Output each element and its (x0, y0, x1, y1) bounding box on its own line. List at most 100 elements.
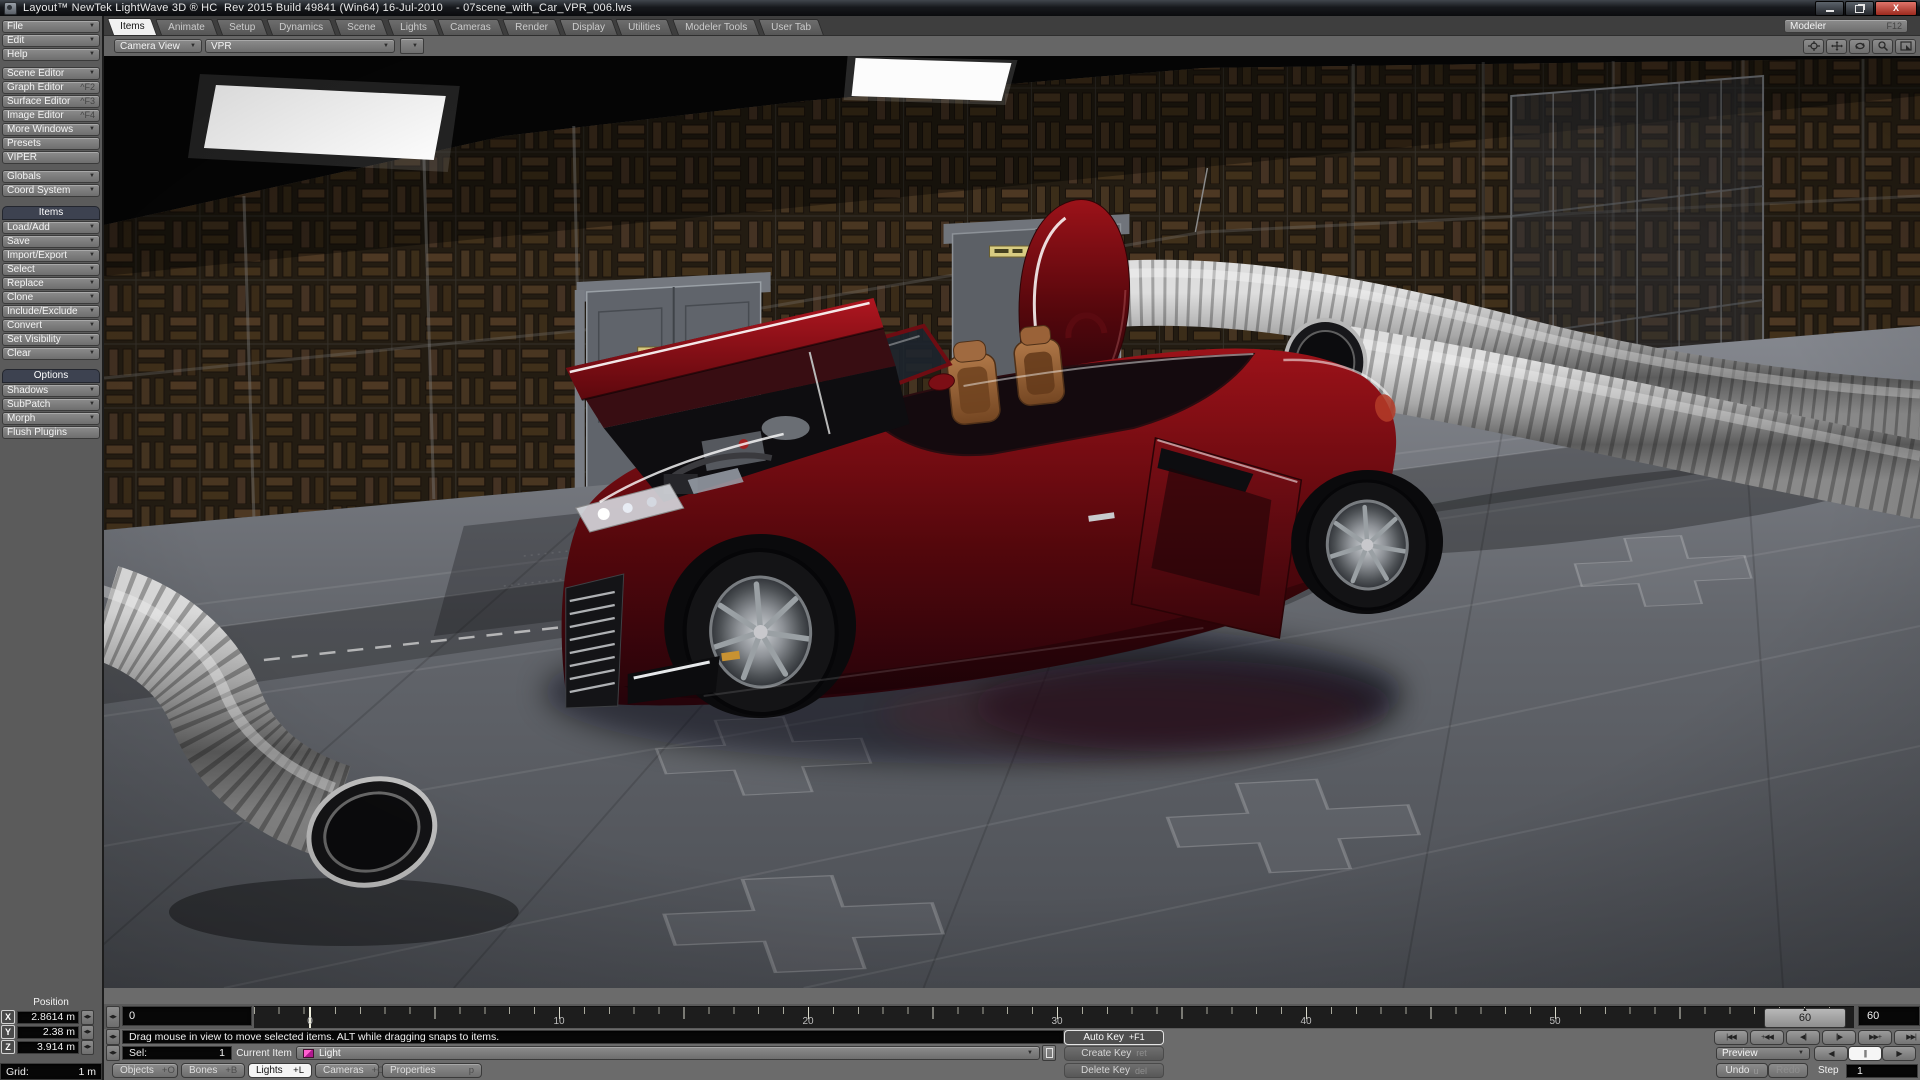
last-frame-field[interactable]: 60 (1858, 1006, 1920, 1026)
item-list-button[interactable] (1042, 1045, 1056, 1061)
x-axis-chip[interactable]: X (1, 1010, 15, 1024)
go-to-end-button[interactable]: ▶▶| (1894, 1030, 1920, 1045)
go-to-start-button[interactable]: |◀◀ (1714, 1030, 1748, 1045)
coord-system-button[interactable]: Coord System▼ (2, 184, 100, 197)
selection-count-field[interactable]: Sel: 1 (122, 1046, 232, 1060)
create-key-button[interactable]: Create Key ret (1064, 1046, 1164, 1061)
tab-setup[interactable]: Setup (216, 19, 268, 35)
load-add-button[interactable]: Load/Add▼ (2, 221, 100, 234)
properties-button[interactable]: Properties p (382, 1063, 482, 1078)
play-reverse-button[interactable]: ◀|| (1786, 1030, 1820, 1045)
z-axis-chip[interactable]: Z (1, 1040, 15, 1054)
dropdown-arrow-icon: ▼ (412, 43, 418, 49)
menu-help[interactable]: Help▼ (2, 48, 100, 61)
clone-button[interactable]: Clone▼ (2, 291, 100, 304)
viewport-toolbar: Camera View ▼ VPR ▼ ▼ (104, 36, 1920, 56)
flush-plugins-button[interactable]: Flush Plugins (2, 426, 100, 439)
end-frame-slider[interactable]: ▲ 60 (1764, 1008, 1846, 1028)
presets-button[interactable]: Presets (2, 137, 100, 150)
delete-key-button[interactable]: Delete Key del (1064, 1063, 1164, 1078)
prev-key-button[interactable]: +◀◀ (1750, 1030, 1784, 1045)
tab-dynamics[interactable]: Dynamics (266, 19, 336, 35)
dropdown-arrow-icon: ▼ (1027, 1050, 1033, 1056)
modeler-button[interactable]: Modeler F12 (1784, 19, 1908, 33)
surface-editor-button[interactable]: Surface Editor^F3 (2, 95, 100, 108)
tab-items[interactable]: Items (107, 18, 158, 35)
image-editor-button[interactable]: Image Editor^F4 (2, 109, 100, 122)
viewport-options-dropdown[interactable]: ▼ (400, 38, 424, 54)
import-export-button[interactable]: Import/Export▼ (2, 249, 100, 262)
z-position-field[interactable]: 3.914 m (17, 1041, 79, 1054)
preview-dropdown[interactable]: Preview ▼ (1716, 1047, 1810, 1060)
pause-button[interactable]: || (1848, 1046, 1882, 1061)
zoom-view-icon[interactable] (1872, 39, 1893, 54)
mode-bones-button[interactable]: Bones +B (181, 1063, 245, 1078)
play-forward-button[interactable]: ||▶ (1822, 1030, 1856, 1045)
dropdown-arrow-icon: ▼ (89, 399, 95, 410)
rotate-view-icon[interactable] (1849, 39, 1870, 54)
maximize-viewport-icon[interactable] (1895, 39, 1916, 54)
x-spinner[interactable]: ◀▶ (81, 1010, 94, 1025)
sel-spinner[interactable]: ◀▶ (106, 1045, 120, 1061)
select-button[interactable]: Select▼ (2, 263, 100, 276)
subpatch-button[interactable]: SubPatch▼ (2, 398, 100, 411)
y-axis-chip[interactable]: Y (1, 1025, 15, 1039)
clear-button[interactable]: Clear▼ (2, 347, 100, 360)
render-mode-dropdown[interactable]: VPR ▼ (205, 39, 395, 53)
scene-editor-button[interactable]: Scene Editor▼ (2, 67, 100, 80)
tab-cameras[interactable]: Cameras (437, 19, 503, 35)
center-item-icon[interactable] (1803, 39, 1824, 54)
y-spinner[interactable]: ◀▶ (81, 1025, 94, 1040)
x-position-field[interactable]: 2.8614 m (17, 1011, 79, 1024)
frame-spinner[interactable]: ◀▶ (106, 1006, 120, 1028)
shadows-button[interactable]: Shadows▼ (2, 384, 100, 397)
step-back-button[interactable]: ◀ (1814, 1046, 1848, 1061)
globals-button[interactable]: Globals▼ (2, 170, 100, 183)
minimize-button[interactable] (1815, 1, 1844, 16)
restore-button[interactable] (1845, 1, 1874, 16)
mode-cameras-button[interactable]: Cameras +C (315, 1063, 379, 1078)
dropdown-arrow-icon: ▼ (190, 43, 196, 49)
close-button[interactable]: X (1875, 1, 1917, 16)
convert-button[interactable]: Convert▼ (2, 319, 100, 332)
items-section-header: Items (2, 206, 100, 220)
include-exclude-button[interactable]: Include/Exclude▼ (2, 305, 100, 318)
more-windows-button[interactable]: More Windows▼ (2, 123, 100, 136)
timeline-ruler[interactable]: 0 10 20 30 40 50 ▲ 60 (254, 1006, 1854, 1028)
step-field[interactable]: 1 (1846, 1064, 1918, 1078)
current-item-dropdown[interactable]: Light ▼ (296, 1046, 1040, 1060)
auto-key-button[interactable]: Auto Key +F1 (1064, 1030, 1164, 1045)
tab-lights[interactable]: Lights (387, 19, 440, 35)
tab-modeler-tools[interactable]: Modeler Tools (672, 19, 760, 35)
hint-spinner[interactable]: ◀▶ (106, 1029, 120, 1045)
view-mode-dropdown[interactable]: Camera View ▼ (114, 39, 202, 53)
menu-edit[interactable]: Edit▼ (2, 34, 100, 47)
undo-button[interactable]: Undo u (1716, 1063, 1768, 1078)
mode-lights-button[interactable]: Lights +L (248, 1063, 312, 1078)
step-forward-button[interactable]: ▶ (1882, 1046, 1916, 1061)
save-button[interactable]: Save▼ (2, 235, 100, 248)
tab-animate[interactable]: Animate (156, 19, 219, 35)
tick-label: 40 (1300, 1016, 1311, 1027)
set-visibility-button[interactable]: Set Visibility▼ (2, 333, 100, 346)
z-spinner[interactable]: ◀▶ (81, 1040, 94, 1055)
tab-user-tab[interactable]: User Tab (758, 19, 824, 35)
current-frame-field[interactable]: 0 (122, 1006, 252, 1026)
redo-button[interactable]: Redo (1768, 1063, 1808, 1078)
pan-view-icon[interactable] (1826, 39, 1847, 54)
y-position-field[interactable]: 2.38 m (17, 1026, 79, 1039)
tab-scene[interactable]: Scene (334, 19, 388, 35)
graph-editor-button[interactable]: Graph Editor^F2 (2, 81, 100, 94)
current-item-label: Current Item (232, 1048, 296, 1059)
replace-button[interactable]: Replace▼ (2, 277, 100, 290)
tab-utilities[interactable]: Utilities (616, 19, 674, 35)
next-key-button[interactable]: ▶▶+ (1858, 1030, 1892, 1045)
morph-button[interactable]: Morph▼ (2, 412, 100, 425)
menu-file[interactable]: File▼ (2, 20, 100, 33)
tab-render[interactable]: Render (502, 19, 561, 35)
viper-button[interactable]: VIPER (2, 151, 100, 164)
viewport-3d[interactable] (104, 56, 1920, 988)
tab-display[interactable]: Display (559, 19, 618, 35)
grid-size-field[interactable]: Grid: 1 m (0, 1063, 102, 1080)
mode-objects-button[interactable]: Objects +O (112, 1063, 178, 1078)
